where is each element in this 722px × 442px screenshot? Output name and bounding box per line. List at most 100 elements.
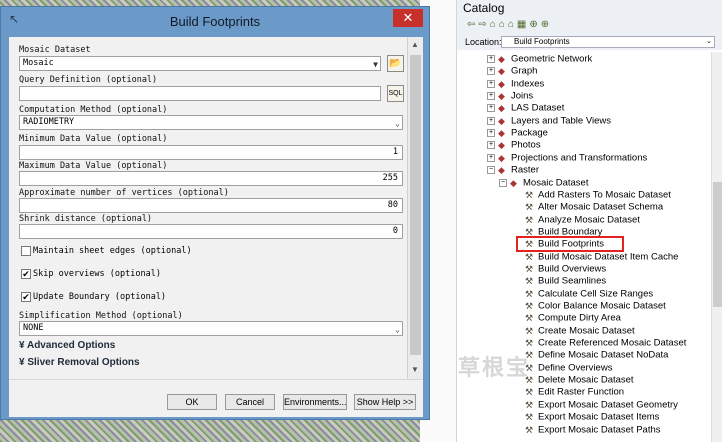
catalog-tree-item[interactable]: + ◆ Projections and Transformations: [487, 152, 647, 164]
expand-icon[interactable]: +: [487, 92, 495, 101]
catalog-toolbar[interactable]: ⇦⇨⌂⌂⌂▦⊕⊕: [457, 16, 722, 34]
catalog-tree-item-label: Define Mosaic Dataset NoData: [538, 349, 669, 361]
hammer-icon: ⚒: [525, 424, 534, 435]
checkmark-icon[interactable]: ✔: [21, 292, 31, 303]
catalog-tree-item-label: Projections and Transformations: [511, 152, 648, 164]
catalog-tree-item[interactable]: ⚒ Export Mosaic Dataset Geometry: [525, 399, 678, 411]
location-label: Location:: [465, 37, 502, 47]
expand-icon[interactable]: +: [487, 55, 495, 63]
catalog-tree-item[interactable]: ⚒ Add Rasters To Mosaic Dataset: [525, 189, 671, 201]
maintain-sheet-edges-checkbox[interactable]: Maintain sheet edges (optional): [21, 245, 192, 257]
catalog-tree-item-label: Calculate Cell Size Ranges: [538, 288, 654, 300]
computation-method-dropdown[interactable]: RADIOMETRY ⌄: [19, 115, 403, 130]
catalog-tree-item[interactable]: + ◆ LAS Dataset: [487, 102, 564, 114]
expand-icon[interactable]: +: [487, 141, 495, 150]
catalog-tree-item[interactable]: ⚒ Calculate Cell Size Ranges: [525, 288, 653, 300]
scroll-thumb[interactable]: [713, 182, 722, 307]
advanced-options-section[interactable]: ¥ Advanced Options: [19, 340, 115, 351]
catalog-tree-item-label: Package: [511, 127, 548, 139]
cancel-button[interactable]: Cancel: [225, 394, 275, 410]
toolbox-icon: ◆: [498, 66, 505, 77]
scroll-down-icon[interactable]: ▼: [411, 365, 419, 374]
close-button[interactable]: ✕: [393, 9, 423, 27]
catalog-tree-item[interactable]: ⚒ Compute Dirty Area: [525, 312, 621, 324]
catalog-tree-item-label: Layers and Table Views: [511, 115, 611, 127]
chevron-down-icon[interactable]: ⌄: [706, 37, 712, 47]
catalog-tree-item[interactable]: + ◆ Layers and Table Views: [487, 115, 611, 127]
query-definition-input[interactable]: [19, 86, 381, 101]
catalog-tree-item[interactable]: ⚒ Export Mosaic Dataset Items: [525, 411, 659, 423]
catalog-tree-item[interactable]: ⚒ Build Overviews: [525, 263, 606, 275]
shrink-distance-input[interactable]: 0: [19, 224, 403, 239]
checkbox-unchecked[interactable]: [21, 246, 31, 257]
catalog-tree-item[interactable]: ⚒ Analyze Mosaic Dataset: [525, 214, 640, 226]
max-data-value-label: Maximum Data Value (optional): [19, 161, 168, 171]
shrink-distance-label: Shrink distance (optional): [19, 214, 153, 224]
catalog-tree-item[interactable]: ⚒ Define Overviews: [525, 362, 612, 374]
toolbox-icon: ◆: [498, 78, 505, 89]
toolbox-icon: ◆: [498, 54, 505, 64]
catalog-tree-item-label: Edit Raster Function: [538, 386, 625, 398]
location-input[interactable]: Build Footprints ⌄: [501, 36, 715, 48]
catalog-tree-item[interactable]: ⚒ Delete Mosaic Dataset: [525, 374, 634, 386]
min-data-value-input[interactable]: 1: [19, 145, 403, 160]
scroll-thumb[interactable]: [410, 55, 421, 355]
catalog-tree-item[interactable]: ⚒ Create Referenced Mosaic Dataset: [525, 337, 686, 349]
vertices-label: Approximate number of vertices (optional…: [19, 188, 229, 198]
catalog-tree-item[interactable]: ⚒ Alter Mosaic Dataset Schema: [525, 201, 663, 213]
catalog-tree-item[interactable]: + ◆ Package: [487, 127, 548, 139]
catalog-tree-item[interactable]: − ◆ Mosaic Dataset: [499, 177, 588, 189]
catalog-tree-item[interactable]: ⚒ Build Seamlines: [525, 275, 606, 287]
catalog-tree-item[interactable]: + ◆ Geometric Network: [487, 53, 592, 65]
expand-icon[interactable]: +: [487, 129, 495, 138]
catalog-tree-item-label: Build Seamlines: [538, 275, 607, 287]
min-data-value-label: Minimum Data Value (optional): [19, 134, 168, 144]
sql-builder-button[interactable]: SQL: [387, 85, 404, 102]
expand-icon[interactable]: +: [487, 153, 495, 162]
dialog-titlebar[interactable]: ↖ Build Footprints ✕: [1, 7, 429, 33]
dialog-scrollbar[interactable]: ▲ ▼: [407, 37, 423, 379]
collapse-icon[interactable]: −: [487, 166, 495, 175]
catalog-tree-item-label: Alter Mosaic Dataset Schema: [538, 201, 664, 213]
hammer-icon: ⚒: [525, 189, 534, 200]
scroll-up-icon[interactable]: ▲: [411, 40, 419, 49]
expand-icon[interactable]: +: [487, 67, 495, 76]
sliver-removal-section[interactable]: ¥ Sliver Removal Options: [19, 357, 140, 368]
update-boundary-checkbox[interactable]: ✔ Update Boundary (optional): [21, 291, 166, 303]
expand-icon[interactable]: +: [487, 104, 495, 113]
checkmark-icon[interactable]: ✔: [21, 269, 31, 280]
max-data-value-input[interactable]: 255: [19, 171, 403, 186]
dialog-title: Build Footprints: [169, 14, 261, 29]
mosaic-dataset-label: Mosaic Dataset: [19, 45, 91, 55]
browse-folder-button[interactable]: 📂: [387, 55, 404, 72]
catalog-tree: + ◆ Geometric Network + ◆ Graph + ◆ Indexes + ◆ Joi…: [457, 52, 711, 442]
catalog-tree-item[interactable]: ⚒ Color Balance Mosaic Dataset: [525, 300, 666, 312]
catalog-tree-item[interactable]: − ◆ Raster: [487, 164, 539, 176]
catalog-tree-item[interactable]: ⚒ Create Mosaic Dataset: [525, 325, 635, 337]
show-help-button[interactable]: Show Help >>: [354, 394, 416, 410]
simplification-method-dropdown[interactable]: NONE ⌄: [19, 321, 403, 336]
expand-chevron-icon: ¥: [19, 340, 27, 351]
catalog-tree-item[interactable]: ⚒ Define Mosaic Dataset NoData: [525, 349, 668, 361]
simplification-method-label: Simplification Method (optional): [19, 311, 183, 321]
catalog-tree-item[interactable]: ⚒ Export Mosaic Dataset Paths: [525, 424, 661, 436]
catalog-tree-item[interactable]: + ◆ Photos: [487, 139, 541, 151]
toolbox-icon: ◆: [498, 140, 505, 151]
hammer-icon: ⚒: [525, 214, 534, 225]
catalog-tree-item[interactable]: + ◆ Graph: [487, 65, 537, 77]
expand-icon[interactable]: +: [487, 79, 495, 88]
environments-button[interactable]: Environments...: [283, 394, 347, 410]
catalog-tree-item[interactable]: ⚒ Edit Raster Function: [525, 386, 624, 398]
collapse-icon[interactable]: −: [499, 178, 507, 187]
watermark: 草根宝: [458, 355, 531, 380]
catalog-scrollbar[interactable]: [711, 52, 722, 442]
catalog-tree-item[interactable]: ⚒ Build Mosaic Dataset Item Cache: [525, 251, 678, 263]
expand-icon[interactable]: +: [487, 116, 495, 125]
ok-button[interactable]: OK: [167, 394, 217, 410]
catalog-tree-item[interactable]: + ◆ Indexes: [487, 78, 544, 90]
skip-overviews-checkbox[interactable]: ✔ Skip overviews (optional): [21, 268, 161, 280]
vertices-input[interactable]: 80: [19, 198, 403, 213]
catalog-title: Catalog: [457, 0, 722, 16]
mosaic-dataset-dropdown[interactable]: Mosaic ▼: [19, 56, 381, 71]
catalog-tree-item[interactable]: + ◆ Joins: [487, 90, 533, 102]
